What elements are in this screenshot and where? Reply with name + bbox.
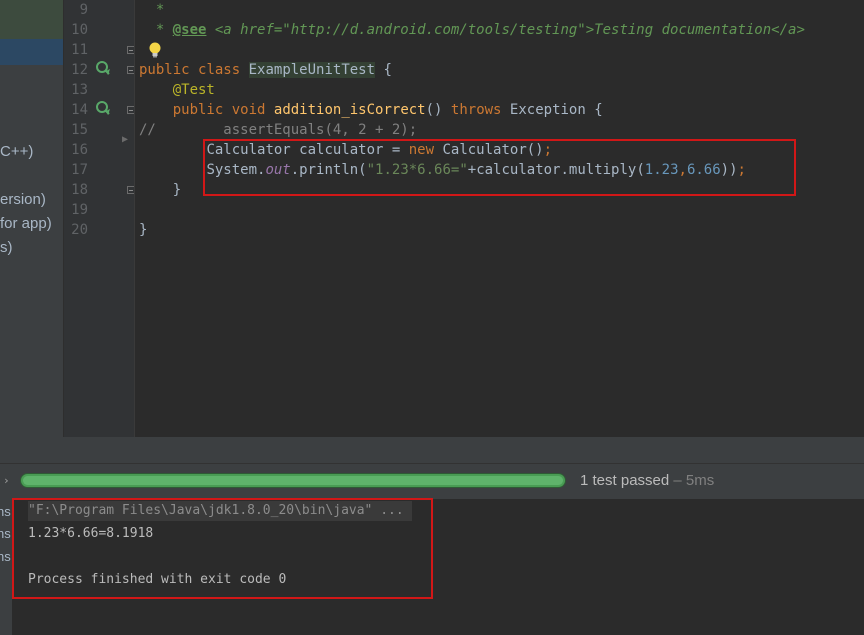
- line-number: 14: [71, 102, 88, 118]
- test-status: 1 test passed – 5ms: [580, 470, 714, 492]
- see-tag[interactable]: @see: [173, 22, 207, 38]
- comment-text: *: [155, 2, 165, 18]
- line-number: 18: [71, 182, 88, 198]
- line-number: 12: [71, 62, 88, 78]
- test-status-text: 1 test passed: [580, 472, 670, 489]
- project-panel-selected-row: [0, 0, 63, 39]
- test-tree-item[interactable]: ns: [0, 526, 11, 541]
- test-tree-panel: [0, 499, 12, 635]
- keyword: public: [139, 62, 190, 78]
- expand-arrow-icon[interactable]: ▶: [122, 134, 128, 145]
- exception-type: Exception {: [509, 102, 603, 118]
- highlight-box: [203, 139, 796, 196]
- project-item-fragment[interactable]: s): [0, 239, 13, 256]
- test-tree-item[interactable]: ns: [0, 504, 11, 519]
- brace: }: [172, 182, 182, 198]
- keyword: void: [231, 102, 266, 118]
- run-test-icon[interactable]: [95, 100, 111, 120]
- code-line-14: public void addition_isCorrect() throws …: [139, 100, 603, 120]
- comment-text: *: [155, 22, 173, 38]
- line-number: 9: [79, 2, 88, 18]
- code-line-18: }: [139, 180, 181, 200]
- line-number: 11: [71, 42, 88, 58]
- keyword: public: [172, 102, 224, 118]
- project-item-fragment[interactable]: C++): [0, 143, 33, 160]
- code-line-9: *: [139, 0, 164, 20]
- keyword: throws: [450, 102, 502, 118]
- brace: }: [139, 222, 148, 238]
- line-number: 19: [71, 202, 88, 218]
- code-line-12: public class ExampleUnitTest {: [139, 60, 392, 80]
- code-line-13: @Test: [139, 80, 215, 100]
- line-number: 20: [71, 222, 88, 238]
- code-line-15: // assertEquals(4, 2 + 2);: [139, 120, 417, 140]
- line-number: 10: [71, 22, 88, 38]
- parens: (): [425, 102, 443, 118]
- comment-link: <a href="http://d.android.com/tools/test…: [206, 22, 805, 38]
- keyword: class: [198, 62, 241, 78]
- tool-window-separator[interactable]: [0, 437, 864, 463]
- commented-code: assertEquals(4, 2 + 2);: [223, 122, 418, 138]
- project-panel-highlight-row[interactable]: [0, 39, 63, 65]
- line-number: 17: [71, 162, 88, 178]
- method-name: addition_isCorrect: [273, 102, 426, 118]
- comment-marker: //: [139, 122, 156, 138]
- test-tree-item[interactable]: ns: [0, 549, 11, 564]
- run-test-icon[interactable]: [95, 60, 111, 80]
- collapse-arrow-icon[interactable]: ›: [3, 474, 10, 487]
- line-number: 15: [71, 122, 88, 138]
- line-number: 13: [71, 82, 88, 98]
- class-name[interactable]: ExampleUnitTest: [248, 62, 376, 78]
- annotation: @Test: [172, 82, 215, 98]
- code-line-20: }: [139, 220, 147, 240]
- test-progress-fill: [23, 476, 563, 485]
- test-duration: – 5ms: [669, 472, 715, 489]
- test-progress-bar: [20, 473, 566, 488]
- line-number: 16: [71, 142, 88, 158]
- brace: {: [383, 62, 392, 78]
- project-item-fragment[interactable]: for app): [0, 215, 52, 232]
- project-item-fragment[interactable]: ersion): [0, 191, 46, 208]
- code-line-10: * @see <a href="http://d.android.com/too…: [139, 20, 805, 40]
- highlight-box: [12, 498, 433, 599]
- editor-margin-line: [134, 0, 135, 437]
